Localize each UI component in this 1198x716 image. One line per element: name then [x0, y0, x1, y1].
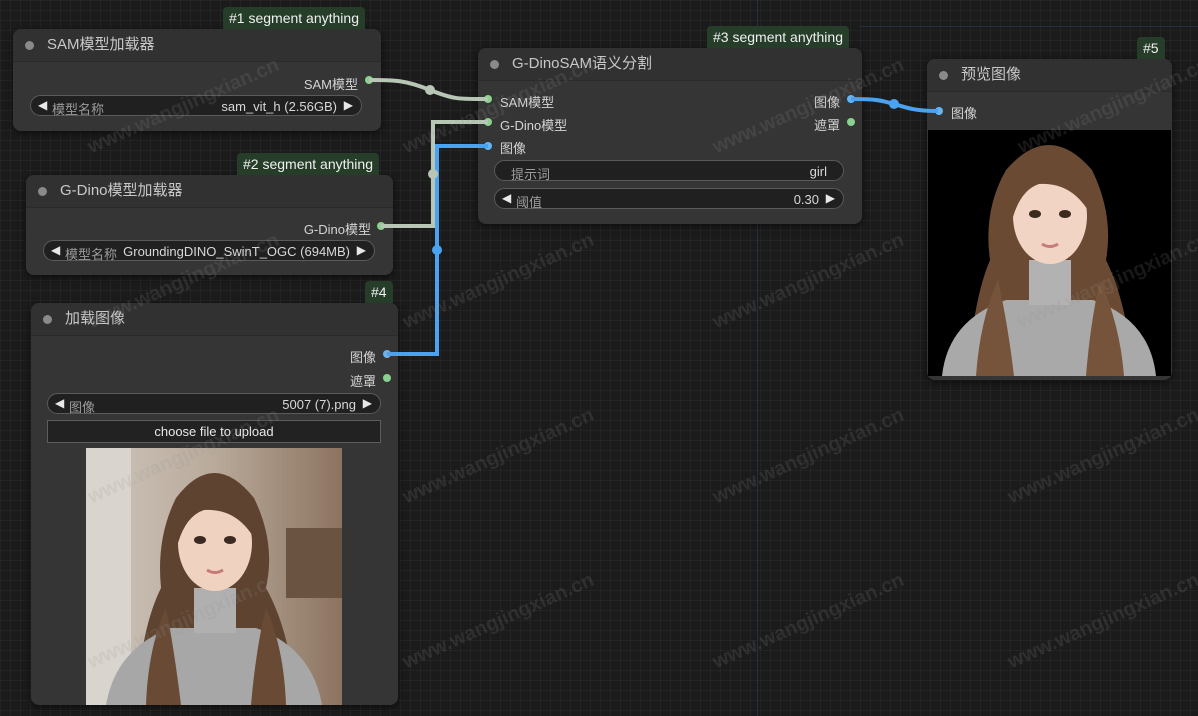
arrow-left-icon[interactable]: ◀: [38, 98, 47, 112]
threshold-number-input[interactable]: ◀ 阈值 0.30 ▶: [494, 188, 844, 210]
combo-label: 图像: [69, 400, 96, 415]
output-label-sam-model: SAM模型: [303, 77, 358, 92]
output-label-image: 图像: [349, 350, 376, 365]
prompt-label: 提示词: [511, 167, 551, 182]
image-file-combo[interactable]: ◀ 图像 5007 (7).png ▶: [47, 393, 381, 415]
node-gdino-loader[interactable]: G-Dino模型加载器 G-Dino模型 ◀ 模型名称 GroundingDIN…: [26, 175, 393, 275]
output-port-mask[interactable]: [383, 374, 391, 382]
input-port-image[interactable]: [484, 142, 492, 150]
watermark-text: www.wangjingxian.cn: [399, 568, 598, 674]
wire-sam-model: [368, 78, 489, 102]
watermark-text: www.wangjingxian.cn: [709, 568, 908, 674]
node-title-bar[interactable]: 加载图像: [31, 303, 398, 336]
wire-reroute-dot: [425, 85, 435, 95]
node-title-bar[interactable]: SAM模型加载器: [13, 29, 381, 62]
output-label-gdino-model: G-Dino模型: [303, 222, 371, 237]
input-port-image[interactable]: [935, 107, 943, 115]
combo-value: sam_vit_h (2.56GB): [221, 99, 337, 114]
node-title-bar[interactable]: G-Dino模型加载器: [26, 175, 393, 208]
watermark-text: www.wangjingxian.cn: [709, 403, 908, 509]
arrow-right-icon[interactable]: ▶: [363, 396, 372, 410]
input-port-sam-model[interactable]: [484, 95, 492, 103]
arrow-right-icon[interactable]: ▶: [357, 243, 366, 257]
node-badge-2: #2 segment anything: [237, 153, 379, 175]
threshold-value: 0.30: [793, 192, 819, 207]
input-label-sam-model: SAM模型: [500, 95, 555, 110]
node-load-image[interactable]: 加载图像 图像 遮罩 ◀ 图像 5007 (7).png ▶ choose fi…: [31, 303, 398, 705]
node-preview-image[interactable]: 预览图像 图像: [927, 59, 1172, 380]
collapse-dot-icon[interactable]: [25, 41, 34, 50]
node-title: 预览图像: [961, 66, 1022, 83]
wire-reroute-dot: [428, 169, 438, 179]
input-label-image: 图像: [500, 141, 527, 156]
prompt-value: girl: [809, 164, 827, 179]
collapse-dot-icon[interactable]: [43, 315, 52, 324]
node-title-bar[interactable]: G-DinoSAM语义分割: [478, 48, 862, 81]
node-sam-loader[interactable]: SAM模型加载器 SAM模型 ◀ 模型名称 sam_vit_h (2.56GB)…: [13, 29, 381, 131]
combo-value: GroundingDINO_SwinT_OGC (694MB): [123, 244, 350, 259]
combo-label: 模型名称: [52, 102, 105, 117]
combo-label: 模型名称: [65, 247, 118, 262]
output-port-gdino-model[interactable]: [377, 222, 385, 230]
watermark-text: www.wangjingxian.cn: [1004, 403, 1198, 509]
output-label-mask: 遮罩: [813, 118, 840, 133]
input-port-gdino-model[interactable]: [484, 118, 492, 126]
canvas-guide-line: [860, 26, 1198, 27]
node-badge-5: #5: [1137, 37, 1165, 59]
model-name-combo[interactable]: ◀ 模型名称 sam_vit_h (2.56GB) ▶: [30, 95, 362, 117]
output-port-image[interactable]: [847, 95, 855, 103]
arrow-left-icon[interactable]: ◀: [55, 396, 64, 410]
node-title: SAM模型加载器: [47, 36, 155, 53]
input-label-gdino-model: G-Dino模型: [500, 118, 568, 133]
arrow-left-icon[interactable]: ◀: [502, 191, 511, 205]
wire-image-to-preview: [850, 97, 939, 113]
arrow-left-icon[interactable]: ◀: [51, 243, 60, 257]
node-title: G-Dino模型加载器: [60, 182, 183, 199]
output-port-sam-model[interactable]: [365, 76, 373, 84]
arrow-right-icon[interactable]: ▶: [344, 98, 353, 112]
watermark-text: www.wangjingxian.cn: [399, 228, 598, 334]
node-badge-3: #3 segment anything: [707, 26, 849, 48]
combo-value: 5007 (7).png: [282, 397, 356, 412]
prompt-text-input[interactable]: 提示词 girl: [494, 160, 844, 182]
watermark-text: www.wangjingxian.cn: [1004, 568, 1198, 674]
collapse-dot-icon[interactable]: [939, 71, 948, 80]
node-badge-1: #1 segment anything: [223, 7, 365, 29]
output-label-mask: 遮罩: [349, 374, 376, 389]
model-name-combo[interactable]: ◀ 模型名称 GroundingDINO_SwinT_OGC (694MB) ▶: [43, 240, 375, 262]
node-title: G-DinoSAM语义分割: [512, 55, 653, 72]
wire-reroute-dot: [432, 245, 442, 255]
watermark-text: www.wangjingxian.cn: [399, 403, 598, 509]
watermark-text: www.wangjingxian.cn: [709, 228, 908, 334]
output-label-image: 图像: [813, 95, 840, 110]
wire-reroute-dot: [889, 99, 899, 109]
loaded-image-preview: [86, 448, 342, 705]
segmented-image-preview: [928, 130, 1171, 376]
input-label-image: 图像: [951, 106, 978, 121]
node-gdino-sam-segment[interactable]: G-DinoSAM语义分割 SAM模型 G-Dino模型 图像 图像 遮罩 提示…: [478, 48, 862, 224]
node-title: 加载图像: [65, 310, 126, 327]
collapse-dot-icon[interactable]: [490, 60, 499, 69]
threshold-label: 阈值: [516, 195, 543, 210]
arrow-right-icon[interactable]: ▶: [826, 191, 835, 205]
output-port-image[interactable]: [383, 350, 391, 358]
upload-button[interactable]: choose file to upload: [47, 420, 381, 443]
node-title-bar[interactable]: 预览图像: [927, 59, 1172, 92]
wire-gdino-model: [381, 120, 488, 228]
collapse-dot-icon[interactable]: [38, 187, 47, 196]
wire-image-to-gdinosam: [387, 144, 488, 356]
output-port-mask[interactable]: [847, 118, 855, 126]
node-badge-4: #4: [365, 281, 393, 303]
